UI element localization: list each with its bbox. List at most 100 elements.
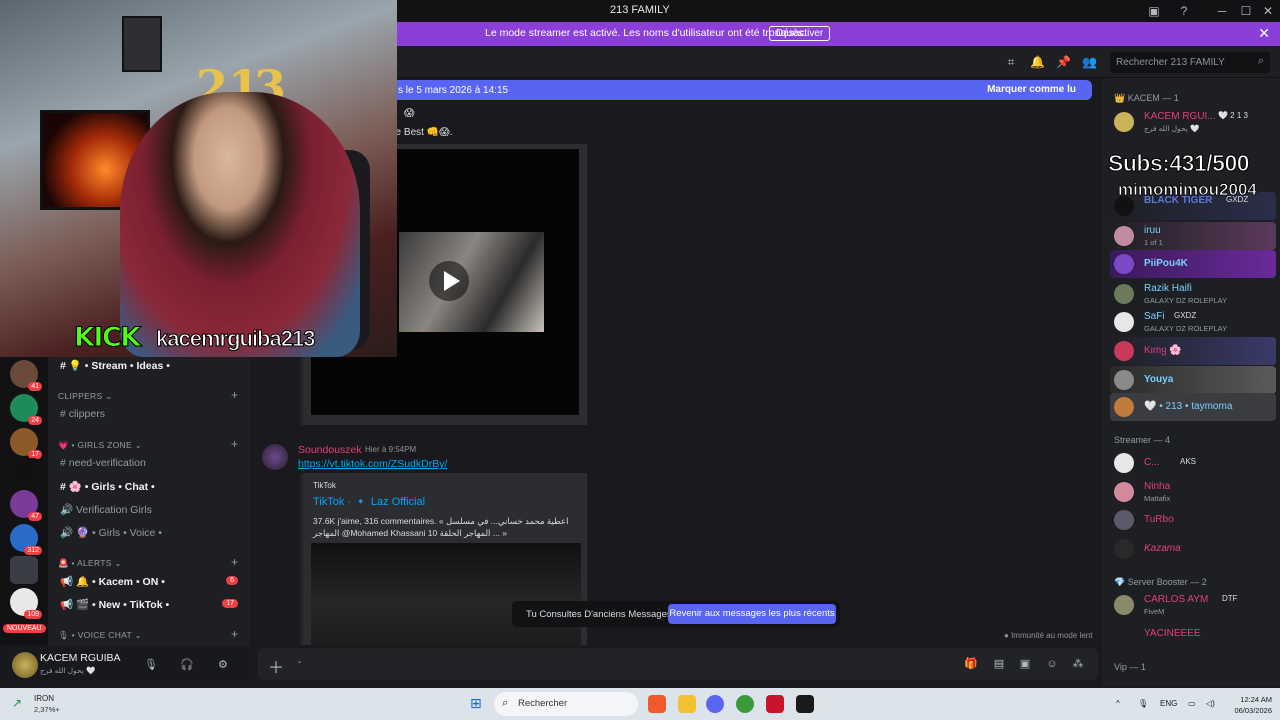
member-item[interactable]: CARLOS AYM DTF FiveM (1110, 591, 1276, 619)
avatar[interactable] (12, 652, 38, 678)
microphone-icon[interactable]: 🎙 (144, 658, 158, 671)
tray-chevron-icon[interactable]: ^ (1116, 699, 1120, 708)
network-icon[interactable]: ▭ (1188, 699, 1196, 708)
member-item[interactable]: Razik Haifi GALAXY DZ ROLEPLAY (1110, 280, 1276, 308)
mark-as-read-button[interactable]: Marquer comme lu (987, 84, 1076, 95)
jump-to-present-button[interactable]: Revenir aux messages les plus récents (668, 604, 836, 624)
member-status: يحول الله فرج 🤍 (1144, 124, 1200, 133)
webcam-overlay: 2 1 3 KICK kacemrguiba213 (0, 0, 397, 357)
close-window-icon[interactable]: ✕ (1260, 3, 1276, 19)
user-name[interactable]: KACEM RGUIBA (40, 652, 121, 664)
file-explorer-icon[interactable] (678, 695, 696, 713)
member-item[interactable]: PiiPou4K (1110, 250, 1276, 278)
notification-bell-icon[interactable]: 🔔 (1030, 55, 1045, 69)
chrome-icon[interactable] (736, 695, 754, 713)
sticker-icon[interactable]: ▣ (1018, 657, 1032, 671)
minimize-icon[interactable]: ─ (1214, 3, 1230, 19)
member-item[interactable]: YACINEEEE (1110, 620, 1276, 648)
gif-icon[interactable]: ▤ (992, 657, 1006, 671)
channel-need-verification[interactable]: # need-verification (60, 457, 146, 469)
embed-video[interactable] (311, 543, 581, 645)
category-alerts[interactable]: 🚨 • ALERTS ⌄ (58, 558, 122, 569)
add-channel-icon[interactable]: + (231, 388, 238, 402)
member-list-icon[interactable]: 👥 (1082, 55, 1097, 69)
volume-icon[interactable]: ◁) (1206, 699, 1215, 708)
embed-provider: TikTok (313, 481, 336, 490)
message-input[interactable]: - (298, 657, 301, 668)
avatar (1114, 482, 1134, 502)
discord-icon[interactable] (706, 695, 724, 713)
disable-streamer-button[interactable]: Désactiver (769, 26, 831, 41)
mic-tray-icon[interactable]: 🎙 (1138, 699, 1148, 708)
server-icon[interactable]: 24 (10, 394, 42, 425)
member-item[interactable]: SaFi GXDZ GALAXY DZ ROLEPLAY (1110, 308, 1276, 336)
stock-icon[interactable]: ↗ (12, 696, 22, 710)
discord-window: 213 FAMILY ▣ ? ─ ☐ ✕ Le mode streamer es… (0, 0, 1280, 720)
server-badge: 109 (24, 610, 42, 619)
add-attachment-icon[interactable]: ＋ (268, 654, 284, 678)
channel-kacem-on[interactable]: 📢 🔔 • Kacem • ON • (60, 575, 165, 588)
channel-girls-voice[interactable]: 🔊 🔮 • Girls • Voice • (60, 526, 162, 539)
widget-title[interactable]: IRON (34, 694, 54, 703)
threads-icon[interactable]: ⌗ (1004, 55, 1018, 69)
brave-icon[interactable] (648, 695, 666, 713)
search-input[interactable]: Rechercher 213 FAMILY ⌕ (1110, 52, 1270, 73)
message-author[interactable]: Soundouszek (298, 444, 362, 456)
message-composer[interactable]: ＋ - 🎁 ▤ ▣ ☺ ⁂ (258, 648, 1098, 680)
server-icon[interactable] (10, 458, 38, 486)
channel-clippers[interactable]: # clippers (60, 408, 105, 420)
category-girls-zone[interactable]: 💗 • GIRLS ZONE ⌄ (58, 440, 142, 451)
avatar (1114, 112, 1134, 132)
gift-icon[interactable]: 🎁 (964, 657, 978, 671)
pin-icon[interactable]: 📌 (1056, 55, 1071, 69)
new-messages-bar[interactable]: s le 5 mars 2026 à 14:15 Marquer comme l… (378, 80, 1092, 100)
server-icon[interactable] (10, 556, 38, 584)
avatar[interactable] (262, 444, 288, 470)
server-icon[interactable]: 41 (10, 360, 42, 391)
member-item[interactable]: iruu 1 of 1 (1110, 222, 1276, 250)
add-channel-icon[interactable]: + (231, 555, 238, 569)
member-item[interactable]: 🤍 • 213 • taymoma (1110, 393, 1276, 421)
avatar (1114, 312, 1134, 332)
settings-gear-icon[interactable]: ⚙ (218, 658, 228, 671)
category-voice-chat[interactable]: 🎙 • VOICE CHAT ⌄ (58, 630, 142, 641)
headphones-icon[interactable]: 🎧 (180, 658, 194, 671)
member-item[interactable]: KACEM RGUI... 🤍 2 1 3 يحول الله فرج 🤍 (1110, 108, 1276, 136)
member-item[interactable]: Kazama (1110, 535, 1276, 563)
inbox-icon[interactable]: ▣ (1146, 3, 1162, 19)
search-icon: ⌕ (502, 697, 509, 709)
channel-verification-girls[interactable]: 🔊 Verification Girls (60, 503, 152, 516)
help-icon[interactable]: ? (1176, 3, 1192, 19)
embed-title[interactable]: TikTok · 🔹 Laz Official (313, 495, 425, 508)
category-clippers[interactable]: CLIPPERS ⌄ (58, 391, 113, 402)
add-channel-icon[interactable]: + (231, 627, 238, 641)
close-banner-icon[interactable]: ✕ (1258, 25, 1270, 42)
member-item[interactable]: Kιmყ 🌸 (1110, 337, 1276, 365)
server-icon[interactable]: 47 (10, 490, 42, 521)
add-channel-icon[interactable]: + (231, 437, 238, 451)
channel-label: 🔮 • Girls • Voice • (76, 527, 162, 539)
mention-badge: 6 (226, 576, 238, 585)
apps-icon[interactable]: ⁂ (1071, 657, 1085, 671)
avatar (1114, 370, 1134, 390)
kick-app-icon[interactable] (796, 695, 814, 713)
message-link[interactable]: https://vt.tiktok.com/ZSudkDrBy/ (298, 458, 447, 470)
channel-girls-chat[interactable]: # 🌸 • Girls • Chat • (60, 480, 155, 493)
member-item[interactable]: Ninha Mattafix (1110, 478, 1276, 506)
maximize-icon[interactable]: ☐ (1238, 3, 1254, 19)
member-item[interactable]: TuRbo (1110, 506, 1276, 534)
channel-new-tiktok[interactable]: 📢 🎬 • New • TikTok • (60, 598, 169, 611)
acrobat-icon[interactable] (766, 695, 784, 713)
server-icon[interactable]: 17 (10, 428, 42, 459)
play-icon[interactable] (429, 261, 469, 301)
language-indicator[interactable]: ENG (1160, 699, 1177, 708)
clock[interactable]: 12:24 AM 06/03/2026 (1226, 694, 1272, 716)
emoji-icon[interactable]: ☺ (1045, 657, 1059, 671)
server-icon[interactable]: 109 (10, 588, 42, 619)
server-icon[interactable]: 312 (10, 524, 42, 555)
channel-stream-ideas[interactable]: # 💡 • Stream • Ideas • (60, 359, 170, 372)
start-icon[interactable]: ⊞ (470, 695, 482, 712)
member-item[interactable]: C... AKS (1110, 449, 1276, 477)
taskbar-search[interactable]: ⌕ Rechercher (494, 692, 638, 716)
member-item[interactable]: Youya (1110, 366, 1276, 394)
